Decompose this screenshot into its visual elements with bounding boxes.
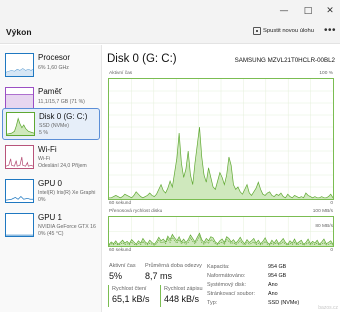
active-time-axis-label: Aktivní čas <box>109 71 133 76</box>
sidebar-item-sub: 6% 1,60 GHz <box>38 65 69 71</box>
sidebar-item-sub: NVIDIA GeForce GTX 16 <box>38 224 96 230</box>
sidebar-item-sub: 0% <box>38 197 46 203</box>
property-value: Ano <box>268 291 278 297</box>
write-speed-label: Rychlost zápisu <box>164 286 203 292</box>
gpu1-mini-graph <box>6 234 33 236</box>
wifi-mini-graph <box>6 156 33 167</box>
transfer-rate-max-label: 100 MB/s <box>312 209 333 214</box>
property-value: 954 GB <box>268 273 287 279</box>
more-options-button[interactable]: ••• <box>324 25 336 36</box>
sidebar-item-sub: 11,1/15,7 GB (71 %) <box>38 99 85 105</box>
sidebar-item-label: Procesor <box>38 53 71 62</box>
sidebar-item-label: Disk 0 (G: C:) <box>39 112 88 121</box>
disk-model: SAMSUNG MZVL21T0HCLR-00BL2 <box>234 57 335 64</box>
property-key: Kapacita: <box>207 264 230 270</box>
sidebar-item-gpu0[interactable]: GPU 0 Intel(R) Iris(R) Xe Graphi 0% <box>2 176 100 208</box>
read-speed-label: Rychlost čtení <box>112 286 147 292</box>
sidebar-item-sub: Intel(R) Iris(R) Xe Graphi <box>38 190 96 196</box>
cpu-mini-graph <box>6 68 33 76</box>
sidebar-item-label: GPU 0 <box>38 179 63 188</box>
memory-mini-graph <box>6 94 33 110</box>
run-task-icon[interactable] <box>253 27 261 35</box>
sidebar-item-cpu[interactable]: Procesor 6% 1,60 GHz <box>2 50 100 82</box>
transfer-rate-time-label: 60 sekund <box>109 248 132 253</box>
sidebar-item-disk[interactable]: Disk 0 (G: C:) SSD (NVMe) 5 % <box>2 108 100 140</box>
transfer-rate-axis-label: Přenosová rychlost disku <box>109 209 163 214</box>
sidebar-item-label: GPU 1 <box>38 213 63 222</box>
sidebar-item-gpu1[interactable]: GPU 1 NVIDIA GeForce GTX 16 0% (45 °C) <box>2 210 100 242</box>
property-key: Typ: <box>207 300 218 306</box>
sidebar-item-sub: 5 % <box>39 130 48 136</box>
minimize-icon[interactable]: — <box>276 3 292 19</box>
property-key: Naformátováno: <box>207 273 246 279</box>
title-bar: — □ ✕ <box>0 0 340 22</box>
wifi-thumbnail <box>5 145 34 169</box>
disk-mini-graph <box>7 117 34 135</box>
transfer-rate-chart-svg <box>109 217 333 246</box>
sidebar: Procesor 6% 1,60 GHz Paměť 11,1/15,7 GB … <box>0 45 102 312</box>
disk-thumbnail <box>6 112 35 136</box>
transfer-rate-chart <box>108 216 334 247</box>
page-title: Výkon <box>6 27 32 37</box>
property-key: Stránkovací soubor: <box>207 291 255 297</box>
maximize-icon[interactable]: □ <box>300 3 316 19</box>
gpu1-thumbnail <box>5 213 34 237</box>
watermark: bazos.cz <box>318 305 338 311</box>
active-time-max-label: 100 % <box>319 71 333 76</box>
active-time-time-label: 60 sekund <box>109 201 132 206</box>
close-icon[interactable]: ✕ <box>322 3 338 19</box>
sidebar-item-sub: 0% (45 °C) <box>38 231 64 237</box>
sidebar-item-sub: SSD (NVMe) <box>39 123 69 129</box>
active-time-min-label: 0 <box>330 201 333 206</box>
property-value: 954 GB <box>268 264 287 270</box>
property-value: Ano <box>268 282 278 288</box>
property-value: SSD (NVMe) <box>268 300 300 306</box>
sidebar-item-label: Wi-Fi <box>38 145 57 154</box>
cpu-thumbnail <box>5 53 34 77</box>
write-speed-marker <box>160 285 161 307</box>
sidebar-item-sub: Wi-Fi <box>38 156 51 162</box>
avg-response-label: Průměrná doba odezvy <box>145 263 202 269</box>
active-time-chart-svg <box>109 79 333 199</box>
sidebar-item-label: Paměť <box>38 87 62 96</box>
property-key: Systémový disk: <box>207 282 246 288</box>
sidebar-item-wifi[interactable]: Wi-Fi Wi-Fi Odeslání 24,0 Příjem <box>2 142 100 174</box>
gpu0-mini-graph <box>6 195 33 201</box>
read-speed-value: 65,1 kB/s <box>112 294 150 304</box>
sidebar-item-sub: Odeslání 24,0 Příjem <box>38 163 87 169</box>
write-speed-value: 448 kB/s <box>164 294 200 304</box>
active-time-label: Aktivní čas <box>109 263 136 269</box>
disk-detail-panel: Disk 0 (G: C:) SAMSUNG MZVL21T0HCLR-00BL… <box>103 45 340 312</box>
disk-title: Disk 0 (G: C:) <box>107 53 177 65</box>
gpu0-thumbnail <box>5 179 34 203</box>
active-time-value: 5% <box>109 271 123 281</box>
run-task-button[interactable]: Spustit novou úlohu <box>263 28 314 34</box>
read-speed-marker <box>108 285 109 307</box>
active-time-chart <box>108 78 334 200</box>
transfer-rate-min-label: 0 <box>330 248 333 253</box>
transfer-rate-sub-max-label: 80 MB/s <box>315 224 333 229</box>
avg-response-value: 8,7 ms <box>145 271 173 281</box>
page-header: Výkon Spustit novou úlohu ••• <box>0 22 340 44</box>
